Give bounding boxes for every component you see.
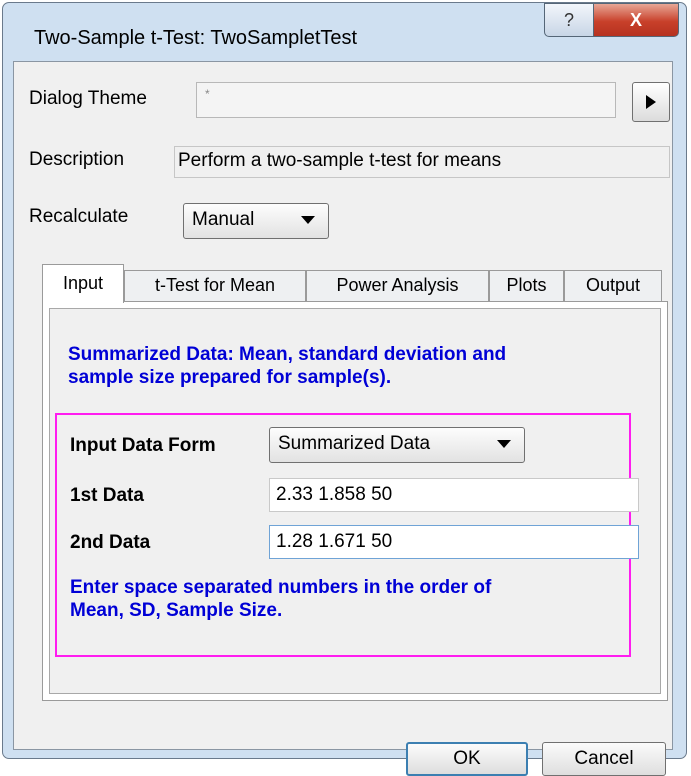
help-icon: ? [563, 9, 574, 30]
first-data-input[interactable]: 2.33 1.858 50 [269, 478, 639, 512]
chevron-down-icon [301, 216, 315, 224]
info-line-2: sample size prepared for sample(s). [68, 367, 392, 388]
tab-power-analysis[interactable]: Power Analysis [306, 270, 489, 302]
dialog-window: Two-Sample t-Test: TwoSampletTest ? X Di… [2, 2, 687, 776]
input-settings-area: Summarized Data: Mean, standard deviatio… [49, 308, 661, 694]
description-field: Perform a two-sample t-test for means [174, 146, 670, 178]
play-triangle-icon [646, 95, 656, 109]
hint-line-2: Mean, SD, Sample Size. [70, 600, 283, 621]
dialog-body: Dialog Theme * Description Perform a two… [13, 61, 673, 776]
info-text: Summarized Data: Mean, standard deviatio… [68, 343, 506, 389]
input-data-group: Input Data Form Summarized Data 1st Data… [55, 413, 639, 657]
dialog-theme-label: Dialog Theme [29, 88, 147, 109]
chevron-down-icon [497, 440, 511, 448]
input-data-form-value: Summarized Data [278, 433, 431, 454]
tab-input[interactable]: Input [42, 264, 124, 303]
recalculate-value: Manual [192, 209, 255, 230]
hint-text: Enter space separated numbers in the ord… [70, 576, 491, 622]
info-line-1: Summarized Data: Mean, standard deviatio… [68, 344, 507, 365]
title-bar[interactable]: Two-Sample t-Test: TwoSampletTest ? X [3, 3, 686, 67]
close-icon: X [629, 9, 642, 30]
description-label: Description [29, 149, 125, 170]
tab-plots[interactable]: Plots [489, 270, 564, 302]
second-data-input[interactable]: 1.28 1.671 50 [269, 525, 639, 559]
first-data-label: 1st Data [70, 485, 144, 506]
window-title: Two-Sample t-Test: TwoSampletTest [34, 27, 358, 49]
recalculate-label: Recalculate [29, 206, 129, 227]
second-data-label: 2nd Data [70, 532, 151, 553]
recalculate-select[interactable]: Manual [183, 203, 329, 239]
input-data-form-select[interactable]: Summarized Data [269, 427, 525, 463]
cancel-button[interactable]: Cancel [542, 742, 666, 776]
theme-menu-button[interactable] [632, 82, 670, 122]
close-button[interactable]: X [593, 3, 679, 37]
help-button[interactable]: ? [544, 3, 594, 37]
tab-output[interactable]: Output [564, 270, 662, 302]
ok-button[interactable]: OK [406, 742, 528, 776]
input-data-form-label: Input Data Form [70, 435, 216, 456]
tab-t-test-for-mean[interactable]: t-Test for Mean [124, 270, 306, 302]
dialog-theme-field[interactable]: * [196, 82, 616, 118]
hint-line-1: Enter space separated numbers in the ord… [70, 577, 492, 598]
input-tab-panel: Summarized Data: Mean, standard deviatio… [42, 301, 668, 701]
